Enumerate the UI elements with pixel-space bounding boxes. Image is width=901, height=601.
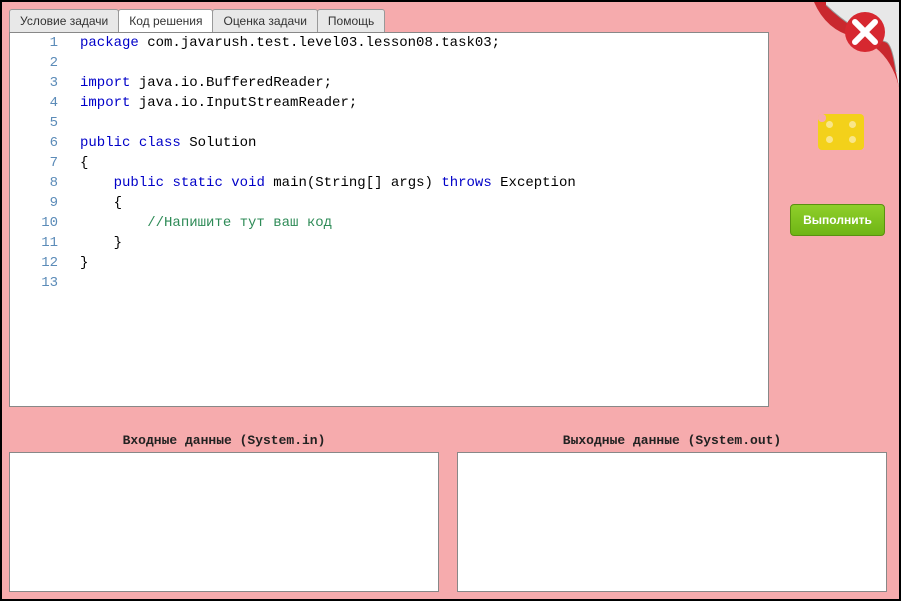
input-label: Входные данные (System.in) bbox=[9, 433, 439, 448]
line-number-gutter: 12345678910111213 bbox=[10, 33, 70, 293]
io-panels: Входные данные (System.in) Выходные данн… bbox=[9, 433, 887, 592]
level-icon bbox=[818, 114, 864, 150]
run-button[interactable]: Выполнить bbox=[790, 204, 885, 236]
tab-task-condition[interactable]: Условие задачи bbox=[9, 9, 119, 32]
right-panel: Выполнить bbox=[774, 2, 899, 599]
close-icon[interactable] bbox=[841, 8, 889, 56]
input-panel: Входные данные (System.in) bbox=[9, 433, 439, 592]
code-editor[interactable]: 12345678910111213 package com.javarush.t… bbox=[9, 32, 769, 407]
tabs-bar: Условие задачи Код решения Оценка задачи… bbox=[2, 2, 899, 32]
tab-help[interactable]: Помощь bbox=[317, 9, 385, 32]
tab-task-grade[interactable]: Оценка задачи bbox=[212, 9, 317, 32]
code-lines[interactable]: package com.javarush.test.level03.lesson… bbox=[70, 33, 768, 293]
tab-solution-code[interactable]: Код решения bbox=[118, 9, 213, 32]
input-box[interactable] bbox=[9, 452, 439, 592]
